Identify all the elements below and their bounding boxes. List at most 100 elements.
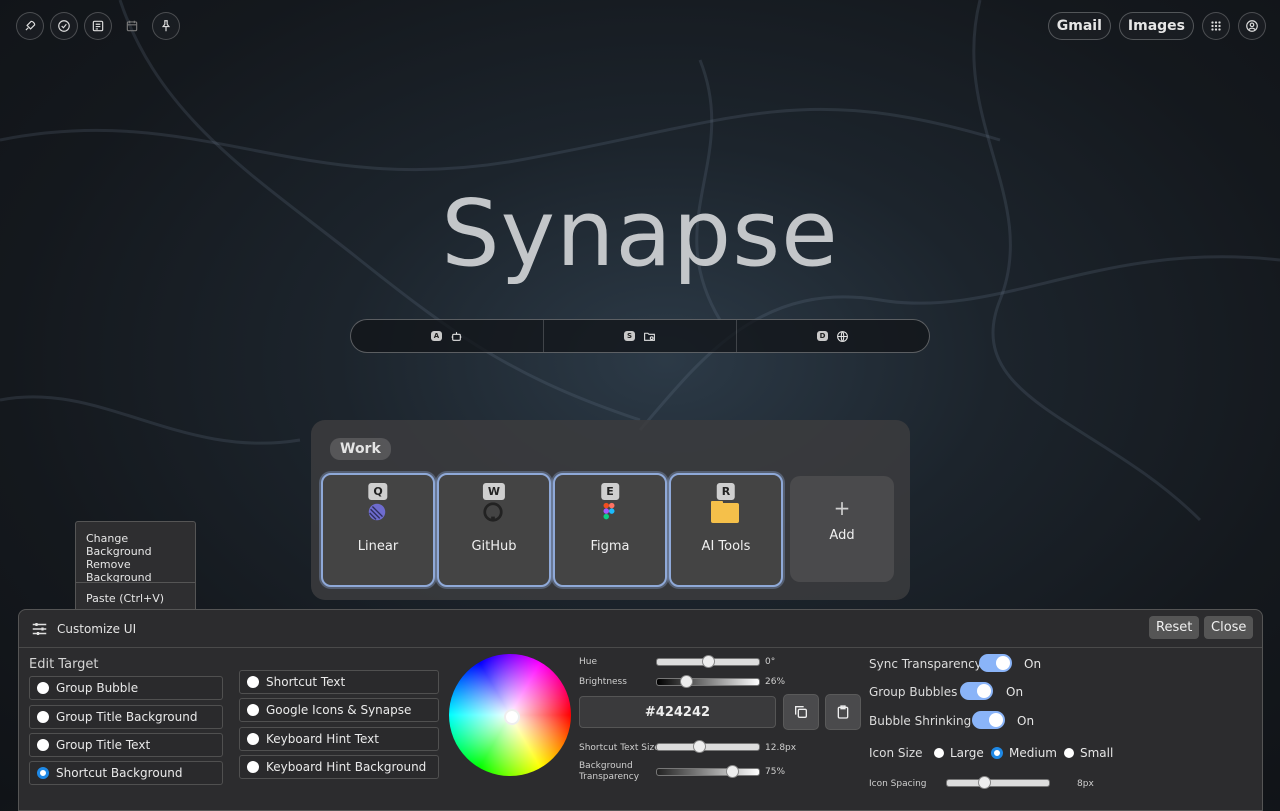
close-button[interactable]: Close: [1204, 616, 1254, 639]
context-menu: Change Background Remove Background Past…: [75, 521, 196, 619]
rocket-icon: [25, 20, 36, 31]
pin-button[interactable]: [152, 12, 180, 40]
customize-panel: Customize UI Reset Close Edit Target Gro…: [18, 609, 1263, 811]
radio-button: [37, 739, 49, 751]
bg-transparency-label: Background Transparency: [579, 761, 639, 783]
shortcut-text-size-label: Shortcut Text Size: [579, 743, 660, 753]
group-bubbles-value: On: [1006, 685, 1024, 699]
icon-size-large[interactable]: Large: [934, 746, 984, 760]
group-title[interactable]: Work: [330, 438, 391, 460]
search-segment-web[interactable]: D: [737, 320, 929, 352]
menu-item-remove-background[interactable]: Remove Background: [86, 558, 195, 584]
bg-transparency-slider[interactable]: [656, 765, 760, 778]
target-label: Group Bubble: [56, 681, 139, 695]
radio-button: [247, 676, 259, 688]
shortcut-label: AI Tools: [701, 539, 751, 554]
radio-button: [247, 761, 259, 773]
apps-button[interactable]: [1202, 12, 1230, 40]
slider-thumb[interactable]: [702, 655, 715, 668]
shortcut-ai-tools[interactable]: R AI Tools: [669, 473, 783, 587]
sync-transparency-toggle[interactable]: [979, 654, 1012, 672]
color-wheel[interactable]: [449, 654, 571, 776]
target-group-title-text[interactable]: Group Title Text: [29, 733, 223, 757]
figma-icon: [603, 502, 615, 520]
tasks-button[interactable]: [50, 12, 78, 40]
radio-button-selected: [37, 767, 49, 779]
icon-size-label: Icon Size: [869, 746, 923, 760]
icon-size-small[interactable]: Small: [1064, 746, 1113, 760]
bg-transparency-value: 75%: [765, 767, 786, 777]
shortcut-text-size-slider[interactable]: [656, 740, 760, 753]
robot-icon: [451, 331, 462, 341]
customize-title: Customize UI: [57, 622, 137, 636]
images-link[interactable]: Images: [1118, 12, 1194, 40]
app-title: Synapse: [441, 180, 839, 287]
radio-button: [934, 748, 944, 758]
target-keyboard-hint-background[interactable]: Keyboard Hint Background: [239, 755, 439, 779]
target-group-bubble[interactable]: Group Bubble: [29, 676, 223, 700]
add-shortcut-button[interactable]: + Add: [790, 476, 894, 582]
menu-item-paste[interactable]: Paste (Ctrl+V): [86, 592, 164, 605]
add-label: Add: [829, 528, 855, 543]
brightness-value: 26%: [765, 677, 786, 687]
target-shortcut-text[interactable]: Shortcut Text: [239, 670, 439, 694]
slider-thumb[interactable]: [680, 675, 693, 688]
group-bubbles-toggle[interactable]: [960, 682, 993, 700]
brightness-label: Brightness: [579, 677, 627, 687]
target-google-icons-synapse[interactable]: Google Icons & Synapse: [239, 698, 439, 722]
radio-button: [37, 682, 49, 694]
radio-button: [247, 704, 259, 716]
hue-slider[interactable]: [656, 655, 760, 668]
bubble-shrinking-label: Bubble Shrinking: [869, 714, 972, 728]
top-right-links: Gmail Images: [1047, 12, 1266, 40]
apps-grid-icon: [1211, 21, 1221, 31]
shortcut-text-size-value: 12.8px: [765, 743, 797, 753]
account-button[interactable]: [1238, 12, 1266, 40]
target-group-title-background[interactable]: Group Title Background: [29, 705, 223, 729]
target-label: Keyboard Hint Background: [266, 760, 427, 774]
radio-button: [247, 733, 259, 745]
copy-color-button[interactable]: [783, 694, 819, 730]
target-shortcut-background[interactable]: Shortcut Background: [29, 761, 223, 785]
search-segment-files[interactable]: S: [544, 320, 737, 352]
target-label: Group Title Text: [56, 738, 151, 752]
target-label: Shortcut Background: [56, 766, 183, 780]
reset-button[interactable]: Reset: [1149, 616, 1200, 639]
rocket-button[interactable]: [16, 12, 44, 40]
toggle-knob: [977, 684, 991, 698]
group-bubble[interactable]: Work Q Linear W GitHub E Figma R AI Tool…: [311, 420, 910, 600]
hex-color-input[interactable]: #424242: [579, 696, 776, 728]
slider-thumb[interactable]: [693, 740, 706, 753]
sync-transparency-label: Sync Transparency: [869, 657, 982, 671]
slider-thumb[interactable]: [726, 765, 739, 778]
shortcut-figma[interactable]: E Figma: [553, 473, 667, 587]
brightness-slider[interactable]: [656, 675, 760, 688]
clipboard-icon: [837, 705, 849, 719]
radio-button-selected: [991, 747, 1003, 759]
menu-item-change-background[interactable]: Change Background: [86, 532, 195, 558]
search-segment-ai[interactable]: A: [351, 320, 544, 352]
edit-target-label: Edit Target: [29, 657, 99, 672]
quick-launch-bar: [16, 12, 180, 40]
paste-color-button[interactable]: [825, 694, 861, 730]
icon-spacing-slider[interactable]: [946, 776, 1050, 789]
target-keyboard-hint-text[interactable]: Keyboard Hint Text: [239, 727, 439, 751]
shortcut-github[interactable]: W GitHub: [437, 473, 551, 587]
customize-header: Customize UI Reset Close: [19, 610, 1262, 648]
icon-size-medium[interactable]: Medium: [991, 746, 1057, 760]
gmail-link[interactable]: Gmail: [1047, 12, 1111, 40]
color-wheel-knob[interactable]: [504, 709, 520, 725]
slider-thumb[interactable]: [978, 776, 991, 789]
note-icon: [92, 20, 104, 32]
shortcut-linear[interactable]: Q Linear: [321, 473, 435, 587]
bg-transparency-label-line2: Transparency: [579, 772, 640, 782]
icon-size-option-label: Large: [950, 746, 984, 760]
key-hint: A: [430, 331, 443, 341]
bubble-shrinking-value: On: [1017, 714, 1035, 728]
icon-size-option-label: Small: [1080, 746, 1114, 760]
calendar-button[interactable]: [118, 12, 146, 40]
icon-size-option-label: Medium: [1009, 746, 1057, 760]
notes-button[interactable]: [84, 12, 112, 40]
bubble-shrinking-toggle[interactable]: [972, 711, 1005, 729]
radio-button: [37, 711, 49, 723]
